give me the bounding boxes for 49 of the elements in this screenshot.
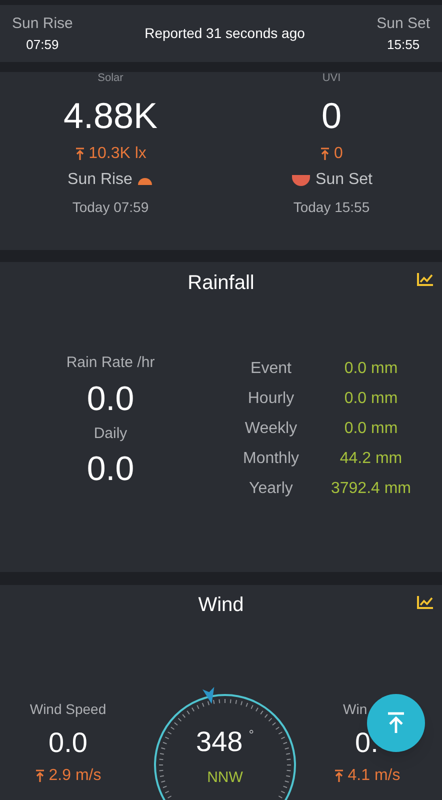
max-arrow-icon bbox=[334, 769, 344, 783]
max-value: 2.9 m/s bbox=[48, 766, 102, 786]
metric-label: Wind Speed bbox=[30, 700, 106, 719]
rain-period-label: Event bbox=[250, 359, 292, 379]
report-status: Reported 31 seconds ago bbox=[144, 24, 305, 43]
sunrise-time: 07:59 bbox=[26, 36, 59, 54]
rain-amount: 0.0 mm bbox=[343, 389, 399, 409]
max-value: 0 bbox=[334, 144, 343, 164]
sun-event-label: Sun Set bbox=[316, 170, 372, 190]
scroll-top-icon bbox=[387, 712, 405, 734]
metric-label: Daily bbox=[94, 424, 128, 444]
rain-amount: 3792.4 mm bbox=[330, 479, 412, 499]
line-chart-icon[interactable] bbox=[417, 272, 434, 286]
sunset-label: Sun Set bbox=[376, 14, 430, 34]
rain-amount: 0.0 mm bbox=[343, 419, 399, 439]
wind-direction-degrees: 348 bbox=[196, 725, 243, 759]
metric-label: Solar bbox=[98, 72, 124, 84]
sun-event-time: Today 07:59 bbox=[72, 198, 149, 217]
rain-amount: 0.0 mm bbox=[343, 359, 399, 379]
degree-sign: ° bbox=[248, 726, 254, 744]
metric-label: Win bbox=[343, 700, 368, 719]
metric-value: 0 bbox=[321, 96, 342, 136]
metric-value: 0.0 bbox=[48, 726, 88, 760]
rain-period-label: Weekly bbox=[244, 419, 298, 439]
metric-label: Rain Rate /hr bbox=[66, 353, 155, 373]
max-arrow-icon bbox=[320, 147, 330, 161]
max-value: 10.3K lx bbox=[88, 144, 146, 164]
rain-period-label: Monthly bbox=[242, 449, 300, 469]
rain-amount: 44.2 mm bbox=[338, 449, 404, 469]
line-chart-icon[interactable] bbox=[417, 595, 434, 609]
max-arrow-icon bbox=[74, 147, 85, 161]
metric-value: 0.0 bbox=[86, 449, 134, 489]
metric-label: UVI bbox=[322, 72, 341, 84]
compass-direction: NNW bbox=[207, 768, 243, 788]
max-arrow-icon bbox=[34, 769, 45, 783]
metric-value: 0.0 bbox=[86, 378, 134, 418]
rain-period-label: Yearly bbox=[248, 479, 294, 499]
sun-event-time: Today 15:55 bbox=[293, 198, 370, 217]
sunrise-label: Sun Rise bbox=[12, 14, 73, 34]
sunset-icon bbox=[290, 174, 311, 186]
sunset-time: 15:55 bbox=[387, 36, 420, 54]
max-value: 4.1 m/s bbox=[348, 766, 400, 786]
metric-value: 4.88K bbox=[63, 96, 158, 136]
card-title: Rainfall bbox=[186, 271, 256, 296]
card-title: Wind bbox=[197, 593, 245, 618]
metric-value: 0. bbox=[355, 726, 378, 760]
sun-event-label: Sun Rise bbox=[68, 170, 132, 190]
sunrise-icon bbox=[137, 175, 154, 185]
rain-period-label: Hourly bbox=[246, 389, 296, 409]
